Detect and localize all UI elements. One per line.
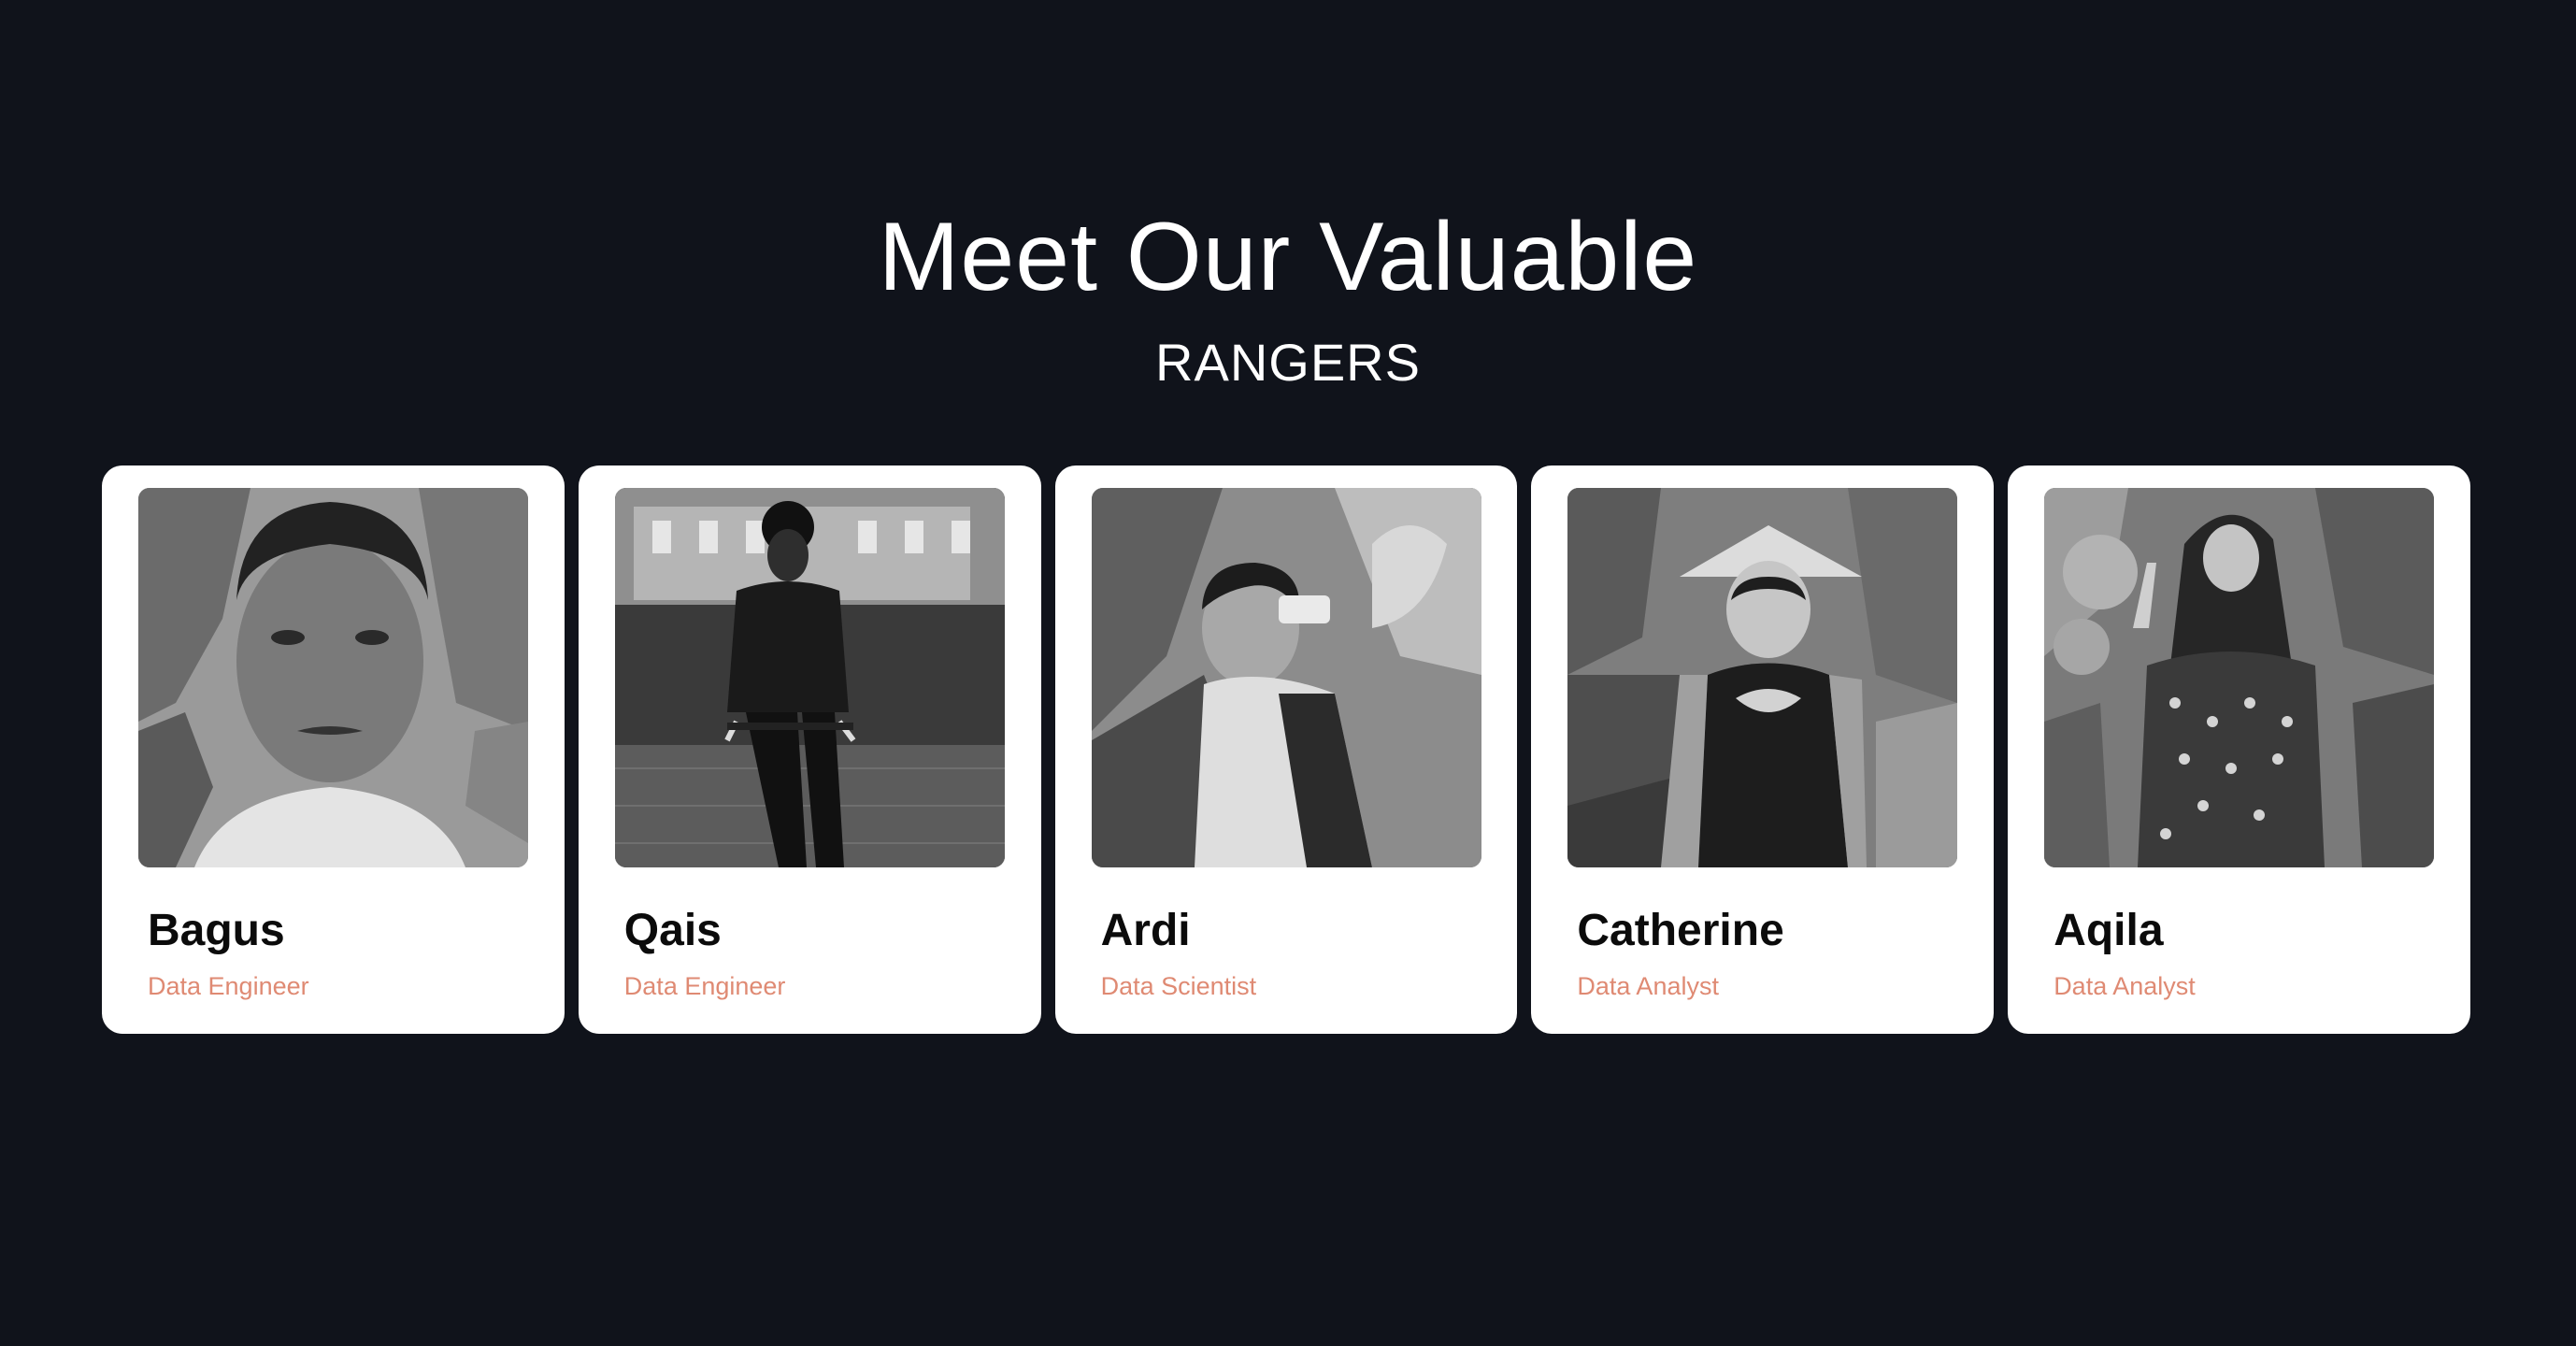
member-role: Data Analyst <box>1577 972 1719 1000</box>
person-on-bicycle-photo-icon <box>614 488 1005 867</box>
person-portrait-photo-icon <box>138 488 528 867</box>
team-card-aqila[interactable]: Aqila Data Analyst <box>2008 465 2470 1034</box>
profile-photo <box>1567 488 1958 867</box>
team-card-list: Bagus Data Engineer Qais Data Engineer A… <box>102 465 2470 1034</box>
page-subtitle: RANGERS <box>1155 333 1421 392</box>
profile-photo <box>614 488 1005 867</box>
member-name: Catherine <box>1577 906 1784 955</box>
member-name: Qais <box>623 906 722 955</box>
team-card-catherine[interactable]: Catherine Data Analyst <box>1531 465 1995 1034</box>
profile-photo <box>138 488 528 867</box>
page-heading: Meet Our Valuable RANGERS <box>0 196 2576 396</box>
team-card-qais[interactable]: Qais Data Engineer <box>578 465 1041 1034</box>
page-title: Meet Our Valuable <box>878 203 1698 311</box>
member-role: Data Engineer <box>148 972 309 1000</box>
member-role: Data Engineer <box>623 972 786 1000</box>
member-name: Ardi <box>1100 906 1191 955</box>
team-card-ardi[interactable]: Ardi Data Scientist <box>1054 465 1518 1034</box>
person-in-hijab-photo-icon <box>2044 488 2435 867</box>
profile-photo <box>2044 488 2435 867</box>
member-role: Data Scientist <box>1100 972 1257 1000</box>
team-card-bagus[interactable]: Bagus Data Engineer <box>102 465 565 1034</box>
person-with-camera-photo-icon <box>1091 488 1481 867</box>
member-role: Data Analyst <box>2054 972 2196 1000</box>
profile-photo <box>1091 488 1481 867</box>
person-with-hat-photo-icon <box>1567 488 1958 867</box>
member-name: Aqila <box>2054 906 2164 955</box>
member-name: Bagus <box>148 906 285 955</box>
